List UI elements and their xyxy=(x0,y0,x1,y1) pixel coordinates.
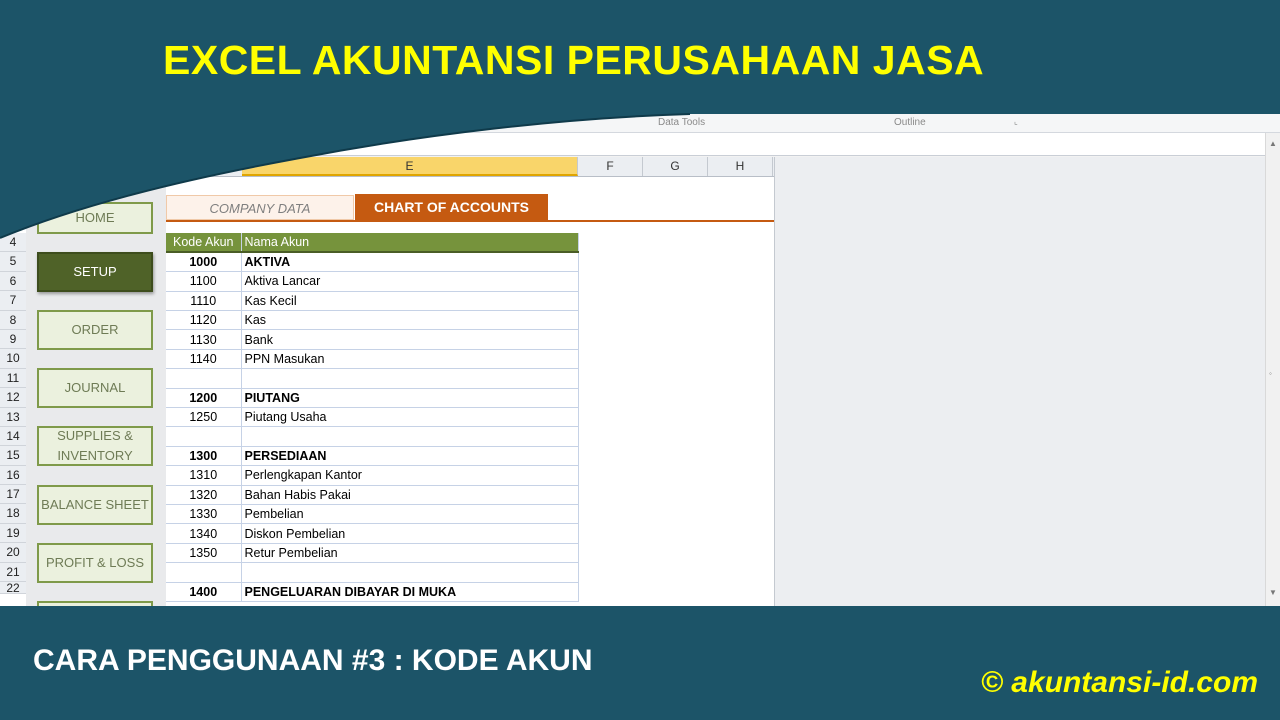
account-code-cell[interactable]: 1300 xyxy=(166,446,242,467)
table-row xyxy=(166,368,579,389)
table-body: 1000 AKTIVA 1100 Aktiva Lancar 1110 Kas Kecil… xyxy=(166,252,579,602)
row-header[interactable]: 6 xyxy=(0,271,26,292)
row-header[interactable]: 14 xyxy=(0,426,26,447)
account-name-cell[interactable]: AKTIVA xyxy=(241,252,579,273)
row-header[interactable]: 16 xyxy=(0,465,26,486)
account-name-cell[interactable]: Kas xyxy=(241,310,579,331)
row-header[interactable]: 12 xyxy=(0,388,26,408)
table-row: 1310 Perlengkapan Kantor xyxy=(166,465,579,486)
account-name-cell[interactable] xyxy=(241,368,579,389)
row-header[interactable]: 5 xyxy=(0,252,26,272)
watermark: © akuntansi-id.com xyxy=(980,666,1258,699)
row-header[interactable]: 9 xyxy=(0,329,26,350)
account-code-cell[interactable]: 1310 xyxy=(166,465,242,486)
account-code-cell[interactable]: 1130 xyxy=(166,329,242,350)
table-row: 1320 Bahan Habis Pakai xyxy=(166,485,579,505)
account-code-cell[interactable]: 1100 xyxy=(166,271,242,292)
table-row: 1110 Kas Kecil xyxy=(166,291,579,312)
row-header[interactable]: 22 xyxy=(0,582,26,595)
scroll-down-icon[interactable]: ▼ xyxy=(1269,588,1277,597)
account-name-cell[interactable]: Perlengkapan Kantor xyxy=(241,465,579,486)
table-row: 1250 Piutang Usaha xyxy=(166,407,579,428)
account-code-cell[interactable]: 1350 xyxy=(166,543,242,564)
account-code-cell[interactable]: 1140 xyxy=(166,349,242,370)
table-row: 1350 Retur Pembelian xyxy=(166,543,579,564)
account-name-cell[interactable]: PENGELUARAN DIBAYAR DI MUKA xyxy=(241,582,579,602)
row-header[interactable]: 18 xyxy=(0,504,26,524)
table-row: 1400 PENGELUARAN DIBAYAR DI MUKA xyxy=(166,582,579,602)
row-header[interactable]: 8 xyxy=(0,310,26,330)
account-code-cell[interactable]: 1250 xyxy=(166,407,242,428)
nav-supplies-inventory-button[interactable]: SUPPLIES & INVENTORY xyxy=(37,426,153,466)
account-code-cell[interactable] xyxy=(166,368,242,389)
row-header[interactable]: 20 xyxy=(0,543,26,563)
account-name-cell[interactable] xyxy=(241,426,579,447)
account-name-cell[interactable] xyxy=(241,562,579,583)
row-header[interactable]: 15 xyxy=(0,446,26,466)
account-code-cell[interactable]: 1340 xyxy=(166,523,242,544)
row-header[interactable]: 13 xyxy=(0,407,26,427)
account-name-cell[interactable]: Kas Kecil xyxy=(241,291,579,312)
table-row xyxy=(166,562,579,583)
row-headers: 4 5 6 7 8 9 10 11 12 13 14 15 16 17 18 1… xyxy=(0,233,26,595)
scroll-thumb-icon[interactable]: ◦ xyxy=(1269,369,1272,378)
account-name-cell[interactable]: PPN Masukan xyxy=(241,349,579,370)
row-header[interactable]: 7 xyxy=(0,291,26,311)
video-title: EXCEL AKUNTANSI PERUSAHAAN JASA xyxy=(163,37,985,83)
account-code-cell[interactable]: 1110 xyxy=(166,291,242,312)
account-code-cell[interactable]: 1330 xyxy=(166,504,242,525)
table-row: 1000 AKTIVA xyxy=(166,252,579,273)
table-row xyxy=(166,426,579,447)
account-name-cell[interactable]: PERSEDIAAN xyxy=(241,446,579,467)
row-header[interactable]: 10 xyxy=(0,349,26,369)
table-row: 1100 Aktiva Lancar xyxy=(166,271,579,292)
row-header[interactable]: 21 xyxy=(0,562,26,583)
table-row: 1340 Diskon Pembelian xyxy=(166,523,579,544)
account-name-cell[interactable]: PIUTANG xyxy=(241,388,579,409)
account-name-cell[interactable]: Aktiva Lancar xyxy=(241,271,579,292)
account-name-cell[interactable]: Pembelian xyxy=(241,504,579,525)
account-name-cell[interactable]: Bank xyxy=(241,329,579,350)
account-code-cell[interactable] xyxy=(166,562,242,583)
row-header[interactable]: 17 xyxy=(0,485,26,505)
account-code-cell[interactable]: 1200 xyxy=(166,388,242,409)
account-code-cell[interactable]: 1120 xyxy=(166,310,242,331)
account-code-cell[interactable]: 1400 xyxy=(166,582,242,602)
table-row: 1200 PIUTANG xyxy=(166,388,579,409)
table-row: 1120 Kas xyxy=(166,310,579,331)
video-subtitle: CARA PENGGUNAAN #3 : KODE AKUN xyxy=(33,644,593,677)
account-name-cell[interactable]: Bahan Habis Pakai xyxy=(241,485,579,505)
row-header[interactable]: 11 xyxy=(0,368,26,389)
nav-journal-button[interactable]: JOURNAL xyxy=(37,368,153,408)
navigation-panel: HOME SETUP ORDER JOURNAL SUPPLIES & INVE… xyxy=(26,177,166,606)
row-header[interactable]: 19 xyxy=(0,523,26,544)
table-row: 1140 PPN Masukan xyxy=(166,349,579,370)
account-name-cell[interactable]: Piutang Usaha xyxy=(241,407,579,428)
nav-balance-sheet-button[interactable]: BALANCE SHEET xyxy=(37,485,153,525)
account-code-cell[interactable]: 1000 xyxy=(166,252,242,273)
nav-profit-loss-button[interactable]: PROFIT & LOSS xyxy=(37,543,153,583)
table-row: 1300 PERSEDIAAN xyxy=(166,446,579,467)
nav-order-button[interactable]: ORDER xyxy=(37,310,153,350)
nav-setup-button[interactable]: SETUP xyxy=(37,252,153,292)
account-name-cell[interactable]: Retur Pembelian xyxy=(241,543,579,564)
chart-of-accounts-table: Kode Akun Nama Akun 1000 AKTIVA 1100 Aktiva… xyxy=(166,233,579,602)
title-banner xyxy=(0,0,1280,239)
table-row: 1330 Pembelian xyxy=(166,504,579,525)
account-code-cell[interactable] xyxy=(166,426,242,447)
account-code-cell[interactable]: 1320 xyxy=(166,485,242,505)
table-row: 1130 Bank xyxy=(166,329,579,350)
account-name-cell[interactable]: Diskon Pembelian xyxy=(241,523,579,544)
